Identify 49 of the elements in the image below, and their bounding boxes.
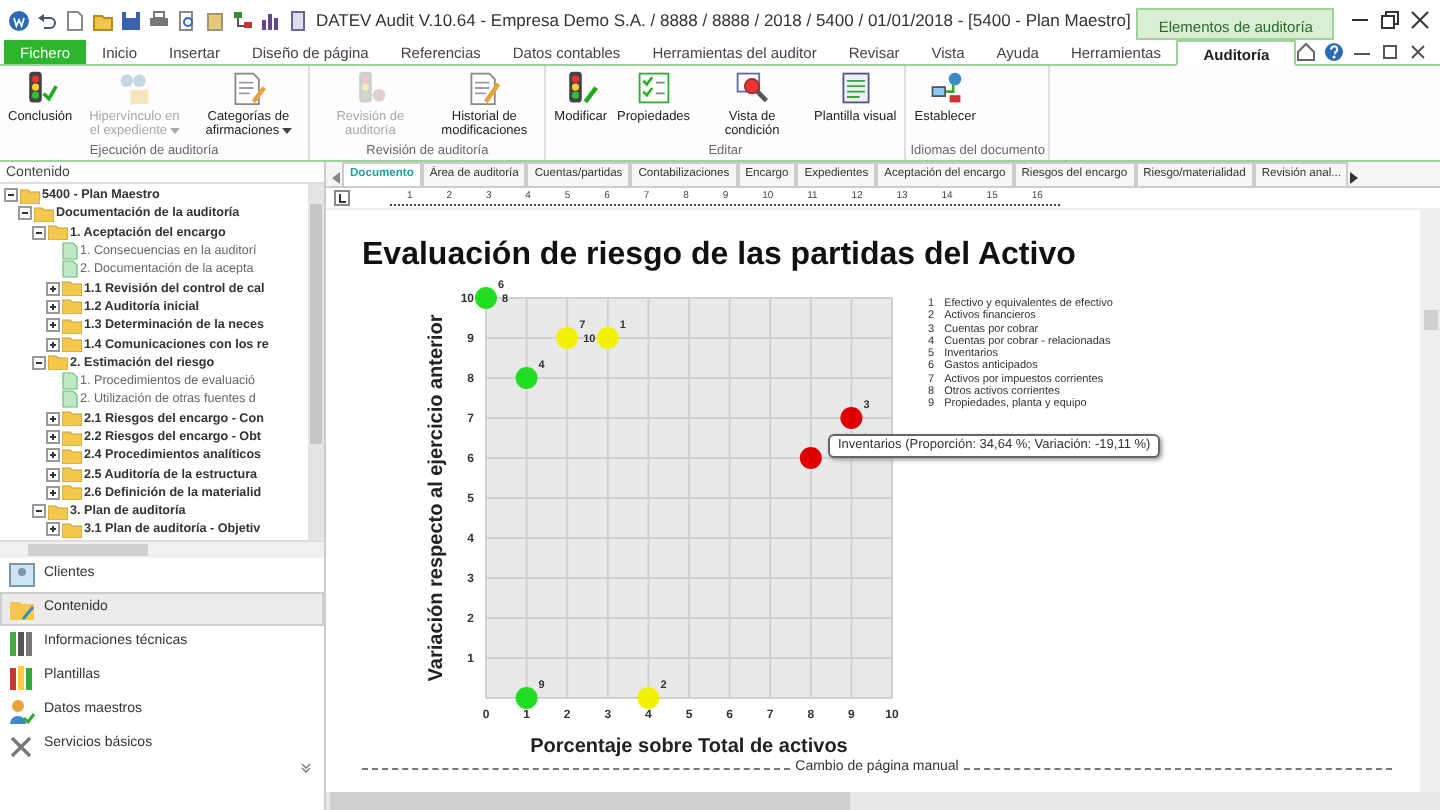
save-icon[interactable] [120,9,142,31]
collapse-icon[interactable] [32,355,46,370]
preview-icon[interactable] [176,9,198,31]
data-point[interactable] [799,447,822,469]
collapse-icon[interactable] [32,504,46,519]
scrollbar[interactable] [326,792,1440,810]
expand-icon[interactable] [46,448,60,463]
chevron-icon[interactable] [300,762,312,774]
close-icon[interactable] [1409,10,1430,30]
person-check-icon [8,697,36,725]
scrollbar[interactable] [308,184,324,540]
expand-icon[interactable] [46,281,60,296]
data-point[interactable] [840,407,863,429]
close-icon[interactable] [1408,42,1428,62]
printer-icon[interactable] [148,9,170,31]
home-icon[interactable] [1296,42,1316,62]
x-axis-title: Porcentaje sobre Total de activos [530,736,848,758]
expand-icon[interactable] [46,467,60,482]
binders-icon [8,629,36,657]
collapse-icon[interactable] [18,206,32,221]
person-card-icon [8,561,36,589]
expand-icon[interactable] [46,522,60,537]
collapse-icon[interactable] [4,188,18,203]
restore-icon[interactable] [1380,42,1400,62]
app-logo-icon[interactable] [8,9,30,31]
new-document-icon[interactable] [64,9,86,31]
network-icon [927,70,964,106]
undo-icon[interactable] [36,9,58,31]
help-icon[interactable] [1324,42,1344,62]
binders-icon [8,663,36,691]
folder-icon[interactable] [92,9,114,31]
tab-stop-icon[interactable] [334,190,350,206]
y-axis-title: Variación respecto al ejercicio anterior [426,314,448,682]
expand-icon[interactable] [46,337,60,352]
expand-icon[interactable] [46,411,60,426]
collapse-icon[interactable] [32,225,46,240]
document-icon [837,70,874,106]
restore-icon[interactable] [1379,10,1400,30]
scrollbar[interactable] [0,540,324,558]
expand-icon[interactable] [46,430,60,444]
document-icon[interactable] [288,9,310,31]
chart-icon[interactable] [260,9,282,31]
tree-icon[interactable] [232,9,254,31]
window-title: DATEV Audit V.10.64 - Empresa Demo S.A. / 8888 / 8888 / 2018 / 5400 / 01/01/2018 - [5400 - Plan Maestro] [316,7,1131,33]
expand-icon[interactable] [46,299,60,314]
expand-icon[interactable] [46,485,60,500]
expand-icon[interactable] [46,318,60,333]
document-heading: Evaluación de riesgo de las partidas del Activo [362,238,1078,274]
scrollbar[interactable] [1420,210,1440,792]
